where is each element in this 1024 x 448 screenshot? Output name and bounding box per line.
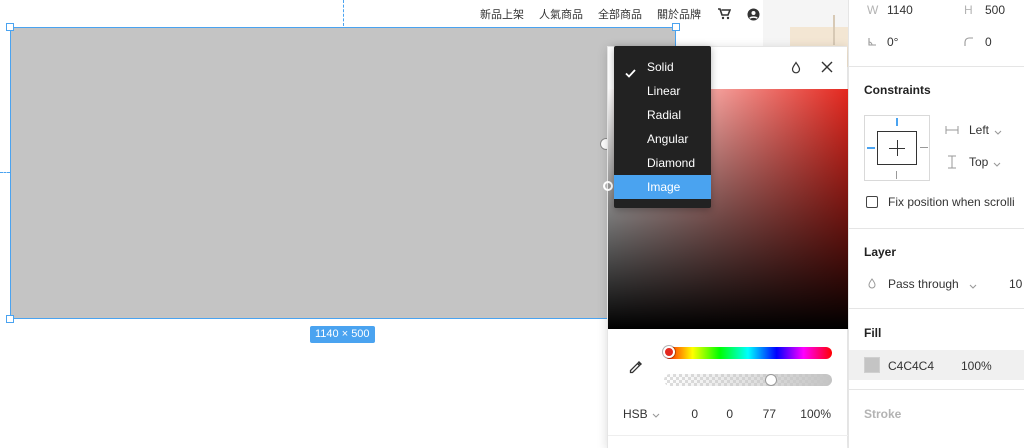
width-input[interactable]: 1140	[887, 3, 913, 17]
menu-item-solid[interactable]: Solid	[614, 55, 711, 79]
nav-item-about[interactable]: 關於品牌	[657, 6, 701, 22]
fill-hex-input[interactable]: C4C4C4	[888, 359, 934, 373]
hue-slider[interactable]	[663, 346, 832, 359]
corner-radius-icon	[964, 36, 974, 50]
constraint-left-marker[interactable]	[867, 147, 875, 149]
hue-value[interactable]: 0	[688, 407, 698, 421]
selected-rectangle[interactable]	[10, 27, 676, 319]
dimension-label: 1140 × 500	[310, 326, 375, 343]
rotation-input[interactable]: 0°	[887, 35, 898, 49]
nav-item-all[interactable]: 全部商品	[598, 6, 642, 22]
horizontal-constraint-select[interactable]: Left	[969, 123, 989, 137]
divider	[849, 228, 1024, 229]
resize-handle-bottom-left[interactable]	[6, 315, 14, 323]
blend-mode-select[interactable]: Pass through	[888, 277, 959, 291]
constraint-bottom-marker[interactable]	[896, 171, 897, 179]
eyedropper-icon[interactable]	[628, 359, 644, 380]
saturation-knob[interactable]	[603, 181, 613, 191]
nav-item-new[interactable]: 新品上架	[480, 6, 524, 22]
fill-opacity-input[interactable]: 100%	[961, 359, 992, 373]
menu-item-label: Image	[647, 180, 681, 194]
saturation-value[interactable]: 0	[723, 407, 733, 421]
rotation-icon	[867, 36, 877, 50]
fix-position-label: Fix position when scrolli	[888, 195, 1015, 209]
constraint-inner-box	[877, 131, 917, 165]
resize-handle-top-right[interactable]	[672, 23, 680, 31]
picker-divider	[608, 435, 848, 436]
constraint-right-marker[interactable]	[920, 147, 928, 148]
brightness-value[interactable]: 77	[758, 407, 776, 421]
stroke-heading: Stroke	[864, 407, 902, 421]
menu-item-label: Diamond	[647, 156, 696, 170]
fix-position-checkbox[interactable]	[866, 196, 878, 208]
close-icon[interactable]	[820, 60, 834, 79]
constraints-heading: Constraints	[864, 83, 931, 97]
opacity-gradient	[664, 374, 832, 386]
constraints-widget[interactable]	[864, 115, 930, 181]
fill-row[interactable]: C4C4C4 100%	[849, 350, 1024, 380]
fill-swatch[interactable]	[864, 357, 880, 373]
chevron-down-icon[interactable]	[969, 279, 977, 293]
menu-item-radial[interactable]: Radial	[614, 103, 711, 127]
hue-knob[interactable]	[663, 346, 675, 358]
menu-item-label: Angular	[647, 132, 689, 146]
layer-heading: Layer	[864, 245, 897, 259]
alpha-value[interactable]: 100%	[793, 407, 831, 421]
site-nav: 新品上架 人氣商品 全部商品 關於品牌	[480, 6, 774, 22]
menu-item-label: Solid	[647, 60, 674, 74]
divider	[849, 66, 1024, 67]
opacity-slider[interactable]	[664, 374, 832, 386]
menu-item-label: Linear	[647, 84, 681, 98]
vertical-guide	[343, 0, 344, 26]
menu-item-image[interactable]: Image	[614, 175, 711, 199]
fill-heading: Fill	[864, 326, 882, 340]
user-icon[interactable]	[747, 8, 760, 21]
color-values-row: HSB 0 0 77 100%	[608, 405, 848, 425]
vertical-constraint-select[interactable]: Top	[969, 155, 988, 169]
divider	[849, 308, 1024, 309]
horizontal-constraint-icon	[945, 124, 959, 138]
menu-item-linear[interactable]: Linear	[614, 79, 711, 103]
resize-handle-top-left[interactable]	[6, 23, 14, 31]
horizontal-guide	[0, 172, 10, 173]
adjacent-frame-line	[833, 15, 835, 45]
chevron-down-icon[interactable]	[652, 408, 660, 422]
divider	[849, 389, 1024, 390]
cart-icon[interactable]	[718, 8, 731, 20]
constraint-top-marker[interactable]	[896, 118, 898, 126]
corner-radius-input[interactable]: 0	[985, 35, 992, 49]
chevron-down-icon[interactable]	[994, 125, 1002, 139]
chevron-down-icon[interactable]	[993, 157, 1001, 171]
fill-type-menu: Solid Linear Radial Angular Diamond Imag…	[614, 46, 711, 208]
nav-item-popular[interactable]: 人氣商品	[539, 6, 583, 22]
blend-drop-icon[interactable]	[790, 61, 802, 79]
menu-item-diamond[interactable]: Diamond	[614, 151, 711, 175]
height-label: H	[964, 3, 973, 17]
menu-item-angular[interactable]: Angular	[614, 127, 711, 151]
menu-item-label: Radial	[647, 108, 682, 122]
vertical-constraint-icon	[947, 155, 957, 172]
width-label: W	[867, 3, 879, 17]
opacity-knob[interactable]	[765, 374, 777, 386]
layer-opacity-input[interactable]: 10	[1009, 277, 1022, 291]
properties-panel: W 1140 H 500 0° 0 Constraints Left Top F…	[848, 0, 1024, 448]
blend-mode-icon	[867, 278, 877, 293]
color-mode-select[interactable]: HSB	[623, 407, 648, 421]
height-input[interactable]: 500	[985, 3, 1005, 17]
